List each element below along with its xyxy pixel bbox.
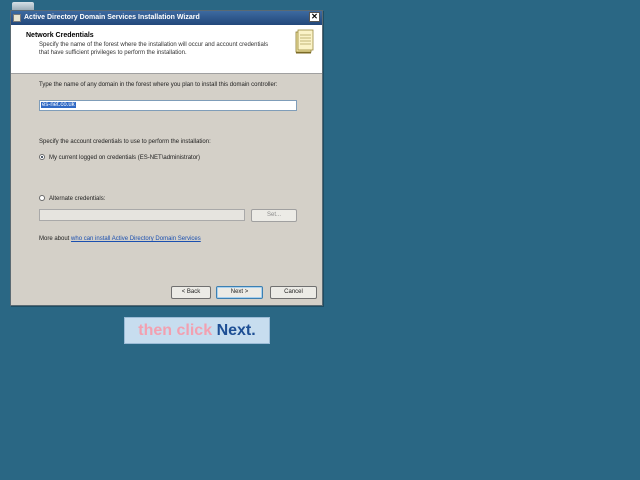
back-button[interactable]: < Back [171, 286, 211, 299]
window-title: Active Directory Domain Services Install… [24, 14, 200, 21]
current-credentials-label: My current logged on credentials (ES-NET… [49, 155, 201, 161]
wizard-dialog: Active Directory Domain Services Install… [10, 10, 323, 306]
page-title: Network Credentials [26, 32, 94, 39]
set-button: Set... [251, 209, 297, 222]
current-credentials-radio[interactable] [39, 154, 45, 160]
desktop: Active Directory Domain Services Install… [0, 0, 640, 480]
help-link[interactable]: who can install Active Directory Domain … [71, 236, 201, 242]
tutorial-caption: then click Next. [124, 317, 270, 344]
cancel-button[interactable]: Cancel [270, 286, 317, 299]
next-button[interactable]: Next > [216, 286, 263, 299]
domain-name-input[interactable]: es-net.co.uk [39, 100, 297, 111]
domain-value: es-net.co.uk [41, 102, 76, 108]
page-description: Specify the name of the forest where the… [39, 42, 269, 56]
help-text: More about who can install Active Direct… [39, 235, 201, 243]
credentials-label: Specify the account credentials to use t… [39, 139, 211, 145]
domain-label: Type the name of any domain in the fores… [39, 82, 278, 88]
close-button[interactable]: ✕ [309, 12, 320, 22]
wizard-icon [13, 14, 21, 22]
alternate-credentials-label: Alternate credentials: [49, 196, 106, 202]
help-prefix: More about [39, 236, 72, 242]
caption-part-2: Next. [216, 322, 256, 339]
current-credentials-option[interactable]: My current logged on credentials (ES-NET… [39, 154, 200, 162]
alternate-credentials-option[interactable]: Alternate credentials: [39, 195, 105, 203]
alternate-credentials-field [39, 209, 245, 221]
caption-part-1: then click [138, 322, 213, 339]
alternate-credentials-radio[interactable] [39, 195, 45, 201]
title-bar[interactable]: Active Directory Domain Services Install… [11, 11, 322, 25]
book-icon [295, 29, 314, 54]
wizard-header: Network Credentials Specify the name of … [11, 25, 322, 74]
